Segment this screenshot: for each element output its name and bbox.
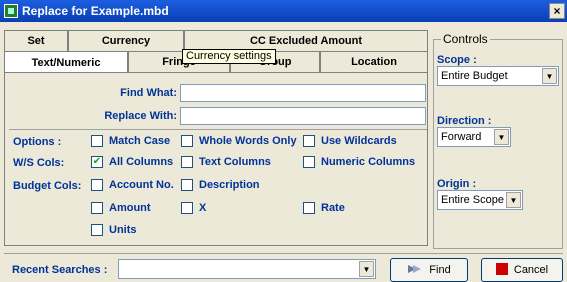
close-button[interactable]: ×	[549, 3, 565, 19]
options-label: Options :	[13, 136, 62, 148]
numeric-columns-box[interactable]	[303, 156, 315, 168]
x-checkbox[interactable]: X	[181, 202, 206, 214]
scope-select[interactable]: Entire Budget ▼	[437, 66, 559, 86]
tab-text-numeric[interactable]: Text/Numeric	[4, 51, 128, 73]
find-button-label: Find	[429, 264, 451, 276]
tab-currency[interactable]: Currency	[68, 30, 184, 51]
whole-words-checkbox[interactable]: Whole Words Only	[181, 135, 297, 147]
amount-box[interactable]	[91, 202, 103, 214]
scope-label: Scope :	[437, 54, 477, 66]
controls-legend: Controls	[441, 32, 490, 46]
numeric-columns-checkbox[interactable]: Numeric Columns	[303, 156, 415, 168]
units-label: Units	[109, 224, 137, 236]
all-columns-label: All Columns	[109, 156, 174, 168]
x-box[interactable]	[181, 202, 193, 214]
amount-label: Amount	[109, 202, 151, 214]
origin-label: Origin :	[437, 178, 477, 190]
match-case-checkbox[interactable]: Match Case	[91, 135, 170, 147]
find-what-input[interactable]	[180, 84, 426, 102]
account-no-checkbox[interactable]: Account No.	[91, 179, 174, 191]
tab-set[interactable]: Set	[4, 30, 68, 51]
text-columns-checkbox[interactable]: Text Columns	[181, 156, 271, 168]
use-wildcards-box[interactable]	[303, 135, 315, 147]
ws-cols-label: W/S Cols:	[13, 157, 65, 169]
rate-label: Rate	[321, 202, 345, 214]
description-label: Description	[199, 179, 260, 191]
window-title: Replace for Example.mbd	[22, 4, 169, 18]
direction-label: Direction :	[437, 115, 492, 127]
panel-divider	[9, 129, 427, 130]
find-arrow-icon	[407, 263, 423, 278]
find-button[interactable]: Find	[390, 258, 468, 282]
numeric-columns-label: Numeric Columns	[321, 156, 416, 168]
find-what-label: Find What:	[120, 87, 177, 99]
direction-select[interactable]: Forward ▼	[437, 127, 511, 147]
text-columns-label: Text Columns	[199, 156, 271, 168]
cancel-button-label: Cancel	[513, 264, 549, 276]
all-columns-box[interactable]: ✔	[91, 156, 103, 168]
origin-select[interactable]: Entire Scope ▼	[437, 190, 523, 210]
tab-cc-excluded-amount[interactable]: CC Excluded Amount	[184, 30, 428, 51]
match-case-box[interactable]	[91, 135, 103, 147]
use-wildcards-label: Use Wildcards	[321, 135, 397, 147]
description-checkbox[interactable]: Description	[181, 179, 260, 191]
account-no-label: Account No.	[109, 179, 174, 191]
amount-checkbox[interactable]: Amount	[91, 202, 151, 214]
scope-value: Entire Budget	[441, 70, 508, 82]
account-no-box[interactable]	[91, 179, 103, 191]
recent-searches-select[interactable]: ▼	[118, 259, 376, 279]
x-label: X	[199, 202, 207, 214]
origin-value: Entire Scope	[441, 194, 504, 206]
description-box[interactable]	[181, 179, 193, 191]
whole-words-box[interactable]	[181, 135, 193, 147]
recent-searches-label: Recent Searches :	[12, 264, 108, 276]
rate-checkbox[interactable]: Rate	[303, 202, 345, 214]
cancel-button[interactable]: Cancel	[481, 258, 563, 282]
cancel-stop-icon	[495, 262, 508, 278]
text-columns-box[interactable]	[181, 156, 193, 168]
replace-with-label: Replace With:	[104, 110, 177, 122]
currency-tooltip: Currency settings	[182, 49, 276, 64]
replace-with-input[interactable]	[180, 107, 426, 125]
direction-value: Forward	[441, 131, 482, 143]
use-wildcards-checkbox[interactable]: Use Wildcards	[303, 135, 397, 147]
app-icon	[4, 4, 18, 18]
units-box[interactable]	[91, 224, 103, 236]
title-bar: Replace for Example.mbd ×	[0, 0, 567, 22]
direction-dropdown-arrow-icon[interactable]: ▼	[494, 129, 509, 145]
rate-box[interactable]	[303, 202, 315, 214]
tab-location[interactable]: Location	[320, 51, 428, 72]
units-checkbox[interactable]: Units	[91, 224, 137, 236]
scope-dropdown-arrow-icon[interactable]: ▼	[542, 68, 557, 84]
budget-cols-label: Budget Cols:	[13, 180, 82, 192]
tab-row-top: Set Currency CC Excluded Amount	[4, 30, 428, 51]
match-case-label: Match Case	[109, 135, 171, 147]
all-columns-checkbox[interactable]: ✔ All Columns	[91, 156, 173, 168]
recent-searches-dropdown-arrow-icon[interactable]: ▼	[359, 261, 374, 277]
whole-words-label: Whole Words Only	[199, 135, 297, 147]
origin-dropdown-arrow-icon[interactable]: ▼	[506, 192, 521, 208]
text-numeric-panel: Find What: Replace With: Options : Match…	[4, 72, 428, 246]
